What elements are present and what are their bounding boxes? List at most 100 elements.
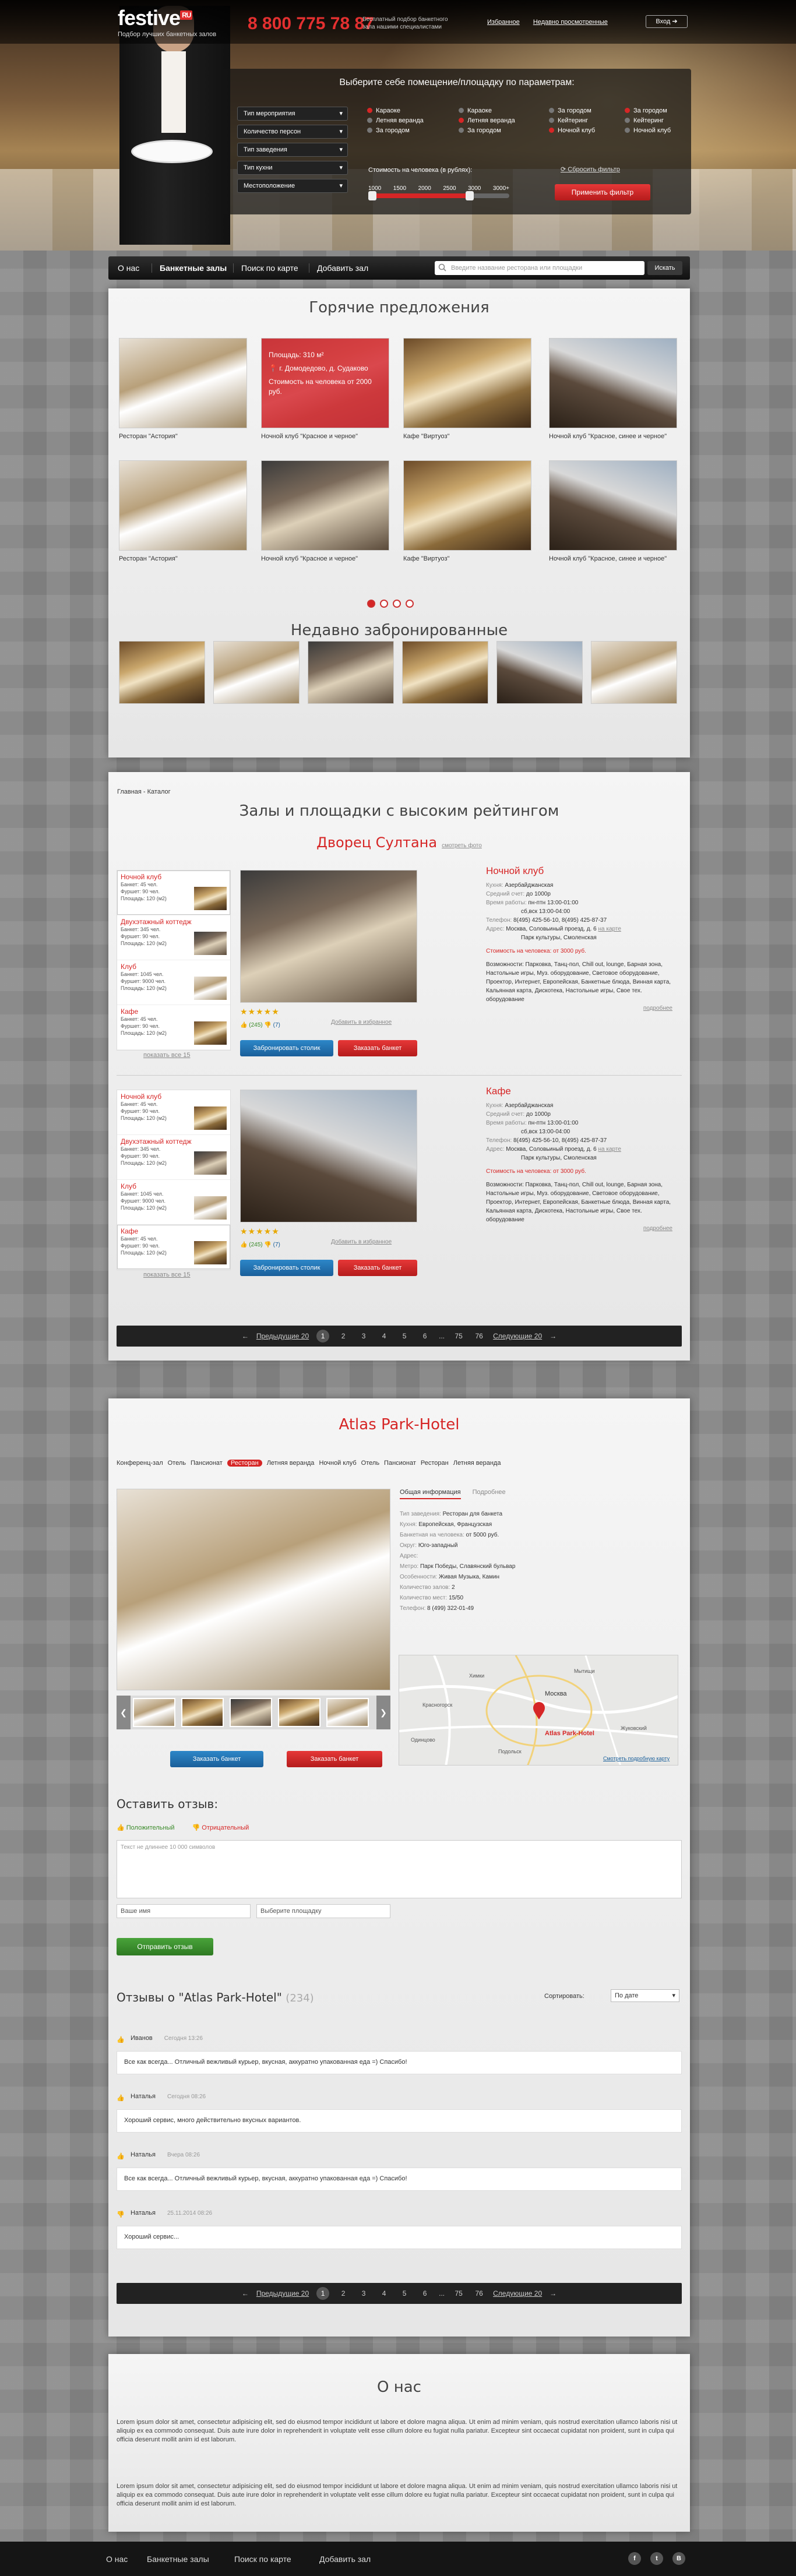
event-type-select[interactable]: Тип мероприятия xyxy=(237,107,348,121)
search-button[interactable]: Искать xyxy=(647,261,682,275)
price-slider-min-handle[interactable] xyxy=(368,191,376,200)
on-map-link[interactable]: на карте xyxy=(598,1146,621,1153)
nav-halls[interactable]: Банкетные залы xyxy=(155,256,231,280)
hot-offer-caption[interactable]: Ночной клуб "Красное и черное" xyxy=(261,432,389,441)
hot-offer-card[interactable] xyxy=(119,338,247,428)
recent-venue[interactable] xyxy=(402,641,488,704)
hot-offer-caption[interactable]: Ресторан "Астория" xyxy=(119,555,247,563)
pager-next[interactable]: Следующие 20 xyxy=(493,1332,542,1340)
venue-type-select[interactable]: Тип заведения xyxy=(237,143,348,157)
book-table-button[interactable]: Забронировать столик xyxy=(240,1260,333,1276)
gallery-thumb[interactable] xyxy=(181,1698,224,1727)
tab[interactable]: Пансионат xyxy=(384,1460,416,1467)
guests-select[interactable]: Количество персон xyxy=(237,125,348,139)
logo[interactable]: festive RU xyxy=(118,6,193,30)
option-outside-4[interactable]: За городом xyxy=(625,107,667,114)
recent-venue[interactable] xyxy=(119,641,205,704)
tab[interactable]: Конференц-зал xyxy=(117,1460,163,1467)
hot-offer-card[interactable] xyxy=(403,460,531,551)
name-input[interactable]: Ваше имя xyxy=(117,1904,251,1918)
facebook-icon[interactable]: f xyxy=(628,2552,641,2565)
carousel-dot[interactable] xyxy=(393,600,401,608)
cuisine-select[interactable]: Тип кухни xyxy=(237,161,348,175)
option-veranda[interactable]: Летняя веранда xyxy=(367,117,424,124)
page-number[interactable]: 1 xyxy=(316,2287,330,2300)
page-number[interactable]: 4 xyxy=(378,2287,390,2300)
hot-offer-caption[interactable]: Ночной клуб "Красное, синее и черное" xyxy=(549,432,677,441)
footer-map[interactable]: Поиск по карте xyxy=(234,2554,291,2564)
tab-details[interactable]: Подробнее xyxy=(473,1489,506,1499)
pager-prev-arrow[interactable]: ← xyxy=(242,1332,249,1340)
order-banquet-red-button[interactable]: Заказать банкет xyxy=(287,1751,382,1767)
tab[interactable]: Отель xyxy=(168,1460,186,1467)
page-number[interactable]: 6 xyxy=(418,2287,431,2300)
page-number[interactable]: 2 xyxy=(337,1330,350,1342)
option-outside-2[interactable]: За городом xyxy=(459,127,501,134)
hot-offer-caption[interactable]: Кафе "Виртуоз" xyxy=(403,432,531,441)
hot-offer-card[interactable] xyxy=(549,338,677,428)
positive-option[interactable]: 👍 Положительный xyxy=(117,1824,175,1831)
negative-option[interactable]: 👎 Отрицательный xyxy=(192,1824,249,1831)
hall-item[interactable]: Ночной клуб Банкет: 45 чел. Фуршет: 90 чел… xyxy=(117,871,230,915)
gallery-thumb[interactable] xyxy=(230,1698,272,1727)
sort-select[interactable]: По дате xyxy=(611,1989,679,2002)
nav-map-search[interactable]: Поиск по карте xyxy=(237,256,303,280)
price-slider[interactable] xyxy=(368,191,509,200)
venue-gallery-main[interactable] xyxy=(117,1489,390,1690)
option-outside-3[interactable]: За городом xyxy=(549,107,591,114)
tab[interactable]: Летняя веранда xyxy=(267,1460,315,1467)
hot-offer-caption[interactable]: Кафе "Виртуоз" xyxy=(403,555,531,563)
page-number[interactable]: 6 xyxy=(418,1330,431,1342)
tab[interactable]: Ресторан xyxy=(421,1460,449,1467)
page-number[interactable]: 76 xyxy=(473,2287,485,2300)
page-number[interactable]: 5 xyxy=(398,2287,411,2300)
option-karaoke-2[interactable]: Караоке xyxy=(459,107,492,114)
likes-count[interactable]: 👍 (245) 👎 (7) xyxy=(240,1022,280,1028)
carousel-dot[interactable] xyxy=(406,600,414,608)
venue-photo[interactable] xyxy=(240,870,417,1003)
pager-next-arrow[interactable]: → xyxy=(550,2289,557,2297)
pager-prev[interactable]: Предыдущие 20 xyxy=(256,1332,309,1340)
page-number[interactable]: 5 xyxy=(398,1330,411,1342)
page-number[interactable]: 75 xyxy=(452,2287,465,2300)
hall-item[interactable]: Двухэтажный коттедж Банкет: 345 чел. Фурше… xyxy=(117,915,230,960)
favorites-link[interactable]: Избранное xyxy=(487,19,520,26)
review-textarea[interactable]: Текст не длиннее 10 000 символов xyxy=(117,1840,682,1898)
page-number[interactable]: 2 xyxy=(337,2287,350,2300)
add-favorite-link[interactable]: Добавить в избранное xyxy=(331,1239,392,1245)
footer-add[interactable]: Добавить зал xyxy=(319,2554,371,2564)
hall-item[interactable]: Ночной клуб Банкет: 45 чел. Фуршет: 90 чел… xyxy=(117,1090,230,1135)
footer-halls[interactable]: Банкетные залы xyxy=(147,2554,209,2564)
nav-about[interactable]: О нас xyxy=(113,256,144,280)
breadcrumb[interactable]: Главная - Каталог xyxy=(117,788,171,795)
hot-offer-caption[interactable]: Ночной клуб "Красное, синее и черное" xyxy=(549,555,677,563)
hall-item[interactable]: Кафе Банкет: 45 чел. Фуршет: 90 чел. Площад… xyxy=(117,1005,230,1050)
tab-general[interactable]: Общая информация xyxy=(400,1489,461,1499)
tab[interactable]: Летняя веранда xyxy=(453,1460,501,1467)
tab[interactable]: Отель xyxy=(361,1460,379,1467)
order-banquet-button[interactable]: Заказать банкет xyxy=(338,1260,417,1276)
pager-prev-arrow[interactable]: ← xyxy=(242,2289,249,2297)
gallery-next-icon[interactable]: ❯ xyxy=(376,1696,390,1729)
option-nightclub[interactable]: Ночной клуб xyxy=(549,127,595,134)
order-banquet-blue-button[interactable]: Заказать банкет xyxy=(170,1751,263,1767)
tab[interactable]: Ночной клуб xyxy=(319,1460,356,1467)
hot-offer-card[interactable] xyxy=(119,460,247,551)
apply-filter-button[interactable]: Применить фильтр xyxy=(555,184,650,200)
page-number[interactable]: 3 xyxy=(357,2287,370,2300)
recent-venue[interactable] xyxy=(591,641,677,704)
recent-venue[interactable] xyxy=(496,641,583,704)
venue-map[interactable]: Москва Химки Жуковский Мытищи Красногорс… xyxy=(399,1655,678,1766)
hot-offer-card[interactable] xyxy=(261,460,389,551)
venue-photo-link[interactable]: смотреть фото xyxy=(442,843,482,849)
full-map-link[interactable]: Смотреть подробную карту xyxy=(603,1756,670,1761)
send-review-button[interactable]: Отправить отзыв xyxy=(117,1938,213,1955)
recent-venue[interactable] xyxy=(213,641,300,704)
hot-offer-caption[interactable]: Ресторан "Астория" xyxy=(119,432,247,441)
gallery-thumb[interactable] xyxy=(278,1698,320,1727)
likes-count[interactable]: 👍 (245) 👎 (7) xyxy=(240,1242,280,1248)
more-link[interactable]: подробнее xyxy=(486,1224,672,1233)
page-number[interactable]: 1 xyxy=(316,1330,330,1342)
page-number[interactable]: 76 xyxy=(473,1330,485,1342)
search-input[interactable]: Введите название ресторана или площадки xyxy=(435,261,644,275)
